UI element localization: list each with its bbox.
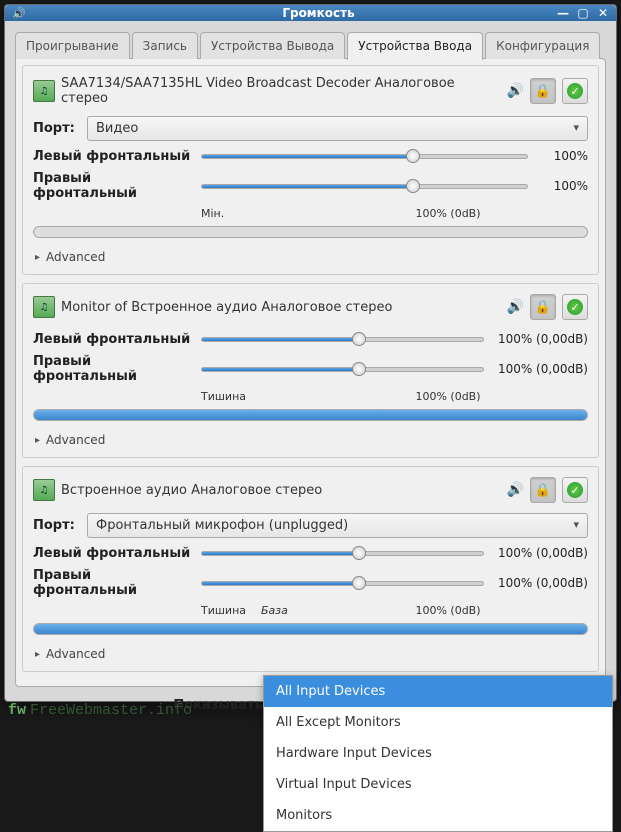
dropdown-item[interactable]: Virtual Input Devices [264, 769, 612, 800]
channel-slider[interactable] [201, 360, 484, 378]
port-combo[interactable]: Видео [87, 116, 588, 141]
mute-icon[interactable]: 🔊 [507, 83, 524, 99]
advanced-expander[interactable]: ▸ Advanced [33, 429, 588, 451]
titlebar[interactable]: 🔊 Громкость — ▢ ✕ [5, 5, 616, 21]
dropdown-item[interactable]: All Except Monitors [264, 707, 612, 738]
port-label: Порт: [33, 121, 79, 136]
mute-icon[interactable]: 🔊 [507, 299, 524, 315]
vu-meter [33, 623, 588, 635]
channel-value: 100% (0,00dB) [492, 576, 588, 590]
device-card: ♫ Встроенное аудио Аналоговое стерео 🔊 🔒… [22, 466, 599, 672]
scale-row: Мін. 100% (0dB) [201, 207, 588, 220]
sound-card-icon: ♫ [33, 80, 55, 102]
channel-value: 100% (0,00dB) [492, 546, 588, 560]
sound-card-icon: ♫ [33, 296, 55, 318]
set-default-button[interactable]: ✓ [562, 477, 588, 503]
chevron-right-icon: ▸ [35, 252, 40, 263]
maximize-button[interactable]: ▢ [574, 5, 592, 21]
channel-slider[interactable] [201, 574, 484, 592]
channel-value: 100% (0,00dB) [492, 362, 588, 376]
mute-icon[interactable]: 🔊 [507, 482, 524, 498]
lock-icon: 🔒 [535, 300, 551, 315]
channel-value: 100% [536, 149, 588, 163]
check-icon: ✓ [567, 83, 583, 99]
channel-label: Правый фронтальный [33, 568, 193, 598]
watermark: fw FreeWebmaster.info [8, 702, 192, 719]
minimize-button[interactable]: — [554, 5, 572, 21]
close-button[interactable]: ✕ [594, 5, 612, 21]
tab-playback[interactable]: Проигрывание [15, 32, 130, 59]
tab-configuration[interactable]: Конфигурация [485, 32, 600, 59]
chevron-right-icon: ▸ [35, 649, 40, 660]
vu-meter [33, 409, 588, 421]
chevron-right-icon: ▸ [35, 435, 40, 446]
dropdown-item[interactable]: Hardware Input Devices [264, 738, 612, 769]
scale-row: Тишина 100% (0dB) [201, 390, 588, 403]
tab-record[interactable]: Запись [132, 32, 198, 59]
lock-channels-button[interactable]: 🔒 [530, 78, 556, 104]
channel-slider[interactable] [201, 330, 484, 348]
app-icon: 🔊 [11, 5, 27, 21]
channel-slider[interactable] [201, 147, 528, 165]
channel-value: 100% [536, 179, 588, 193]
device-card: ♫ Monitor of Встроенное аудио Аналоговое… [22, 283, 599, 458]
lock-icon: 🔒 [535, 483, 551, 498]
check-icon: ✓ [567, 299, 583, 315]
tab-input-devices[interactable]: Устройства Ввода [347, 32, 483, 60]
device-name: SAA7134/SAA7135HL Video Broadcast Decode… [61, 76, 501, 106]
vu-meter [33, 226, 588, 238]
lock-channels-button[interactable]: 🔒 [530, 477, 556, 503]
window-title: Громкость [27, 6, 610, 20]
channel-slider[interactable] [201, 177, 528, 195]
port-combo[interactable]: Фронтальный микрофон (unplugged) [87, 513, 588, 538]
tab-bar: Проигрывание Запись Устройства Вывода Ус… [15, 31, 606, 59]
sound-card-icon: ♫ [33, 479, 55, 501]
set-default-button[interactable]: ✓ [562, 78, 588, 104]
channel-label: Левый фронтальный [33, 332, 193, 347]
scale-row: Тишина База 100% (0dB) [201, 604, 588, 617]
channel-label: Левый фронтальный [33, 149, 193, 164]
channel-slider[interactable] [201, 544, 484, 562]
device-card: ♫ SAA7134/SAA7135HL Video Broadcast Deco… [22, 65, 599, 275]
advanced-expander[interactable]: ▸ Advanced [33, 643, 588, 665]
dropdown-item[interactable]: Monitors [264, 800, 612, 831]
device-name: Monitor of Встроенное аудио Аналоговое с… [61, 300, 501, 315]
channel-label: Правый фронтальный [33, 354, 193, 384]
dropdown-item[interactable]: All Input Devices [264, 676, 612, 707]
show-dropdown-menu: All Input Devices All Except Monitors Ha… [263, 675, 613, 832]
channel-label: Левый фронтальный [33, 546, 193, 561]
advanced-expander[interactable]: ▸ Advanced [33, 246, 588, 268]
check-icon: ✓ [567, 482, 583, 498]
port-label: Порт: [33, 518, 79, 533]
channel-label: Правый фронтальный [33, 171, 193, 201]
tab-output-devices[interactable]: Устройства Вывода [200, 32, 345, 59]
set-default-button[interactable]: ✓ [562, 294, 588, 320]
lock-channels-button[interactable]: 🔒 [530, 294, 556, 320]
lock-icon: 🔒 [535, 84, 551, 99]
device-name: Встроенное аудио Аналоговое стерео [61, 483, 501, 498]
tab-pane: ♫ SAA7134/SAA7135HL Video Broadcast Deco… [15, 58, 606, 687]
channel-value: 100% (0,00dB) [492, 332, 588, 346]
